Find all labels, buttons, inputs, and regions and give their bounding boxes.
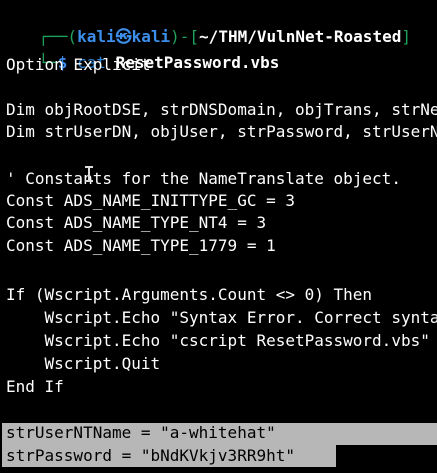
code-line: If (Wscript.Arguments.Count <> 0) Then [6,285,373,304]
code-line: ' Constants for the NameTranslate object… [6,169,401,188]
code-line: Const ADS_NAME_TYPE_NT4 = 3 [6,213,267,232]
code-line: Dim strUserDN, objUser, strPassword, str… [6,122,437,141]
terminal-window[interactable]: ┌──(kali㉿kali)-[~/THM/VulnNet-Roasted] └… [0,0,437,473]
prompt-close-bracket: ] [401,27,411,46]
code-line: Dim objRootDSE, strDNSDomain, objTrans, … [6,100,437,119]
selected-code-line[interactable]: strPassword = "bNdKVkjv3RR9ht" [6,445,295,467]
prompt-command-line: └─$ cat ResetPassword.vbs [0,30,280,72]
code-line: Wscript.Echo "Syntax Error. Correct synt… [44,308,437,327]
code-line: Option Explicit [6,55,151,74]
selected-code-line[interactable]: strUserNTName = "a-whitehat" [6,422,276,444]
code-line: Wscript.Echo "cscript ResetPassword.vbs" [6,331,430,350]
prompt-header: ┌──(kali㉿kali)-[~/THM/VulnNet-Roasted] [0,4,411,46]
code-line: Const ADS_NAME_TYPE_1779 = 1 [6,236,276,255]
code-line: Const ADS_NAME_INITTYPE_GC = 3 [6,191,295,210]
text-cursor-icon [85,164,93,184]
code-line: End If [6,377,64,396]
code-line: Wscript.Quit [6,354,161,373]
